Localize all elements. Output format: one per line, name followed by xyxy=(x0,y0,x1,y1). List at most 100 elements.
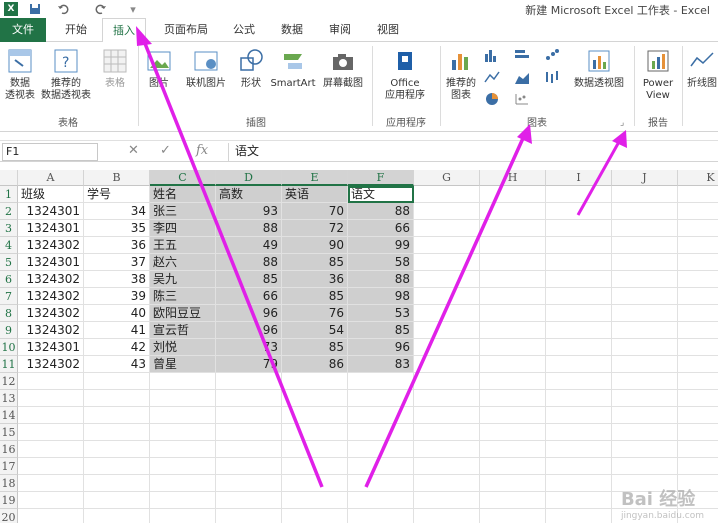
cell-h19[interactable] xyxy=(480,492,546,509)
cell-d4[interactable]: 49 xyxy=(216,237,282,254)
cell-j4[interactable] xyxy=(612,237,678,254)
row-header-17[interactable]: 17 xyxy=(0,458,18,475)
cell-g6[interactable] xyxy=(414,271,480,288)
row-header-8[interactable]: 8 xyxy=(0,305,18,322)
cell-b16[interactable] xyxy=(84,441,150,458)
cell-e1[interactable]: 英语 xyxy=(282,186,348,203)
tab-file[interactable]: 文件 xyxy=(0,18,46,42)
column-header-e[interactable]: E xyxy=(282,170,348,186)
cell-f3[interactable]: 66 xyxy=(348,220,414,237)
column-header-i[interactable]: I xyxy=(546,170,612,186)
row-header-1[interactable]: 1 xyxy=(0,186,18,203)
cell-b7[interactable]: 39 xyxy=(84,288,150,305)
cell-i4[interactable] xyxy=(546,237,612,254)
cell-e8[interactable]: 76 xyxy=(282,305,348,322)
cell-i14[interactable] xyxy=(546,407,612,424)
cell-j1[interactable] xyxy=(612,186,678,203)
cell-d6[interactable]: 85 xyxy=(216,271,282,288)
column-header-k[interactable]: K xyxy=(678,170,718,186)
undo-icon[interactable] xyxy=(56,2,70,16)
cell-a2[interactable]: 1324301 xyxy=(18,203,84,220)
cell-k6[interactable] xyxy=(678,271,718,288)
tab-page-layout[interactable]: 页面布局 xyxy=(154,18,218,42)
cell-b3[interactable]: 35 xyxy=(84,220,150,237)
cell-h9[interactable] xyxy=(480,322,546,339)
cell-k15[interactable] xyxy=(678,424,718,441)
cell-h3[interactable] xyxy=(480,220,546,237)
cell-f12[interactable] xyxy=(348,373,414,390)
cell-g9[interactable] xyxy=(414,322,480,339)
cell-j16[interactable] xyxy=(612,441,678,458)
cell-a10[interactable]: 1324301 xyxy=(18,339,84,356)
cell-j15[interactable] xyxy=(612,424,678,441)
cell-d11[interactable]: 79 xyxy=(216,356,282,373)
cell-g4[interactable] xyxy=(414,237,480,254)
cell-e7[interactable]: 85 xyxy=(282,288,348,305)
cell-i5[interactable] xyxy=(546,254,612,271)
cell-e5[interactable]: 85 xyxy=(282,254,348,271)
row-header-19[interactable]: 19 xyxy=(0,492,18,509)
column-header-g[interactable]: G xyxy=(414,170,480,186)
cell-c16[interactable] xyxy=(150,441,216,458)
cell-b11[interactable]: 43 xyxy=(84,356,150,373)
cell-d20[interactable] xyxy=(216,509,282,523)
cell-b8[interactable]: 40 xyxy=(84,305,150,322)
row-header-10[interactable]: 10 xyxy=(0,339,18,356)
cell-g14[interactable] xyxy=(414,407,480,424)
row-header-20[interactable]: 20 xyxy=(0,509,18,523)
select-all-corner[interactable] xyxy=(0,170,18,186)
cell-e20[interactable] xyxy=(282,509,348,523)
cell-e12[interactable] xyxy=(282,373,348,390)
cell-f17[interactable] xyxy=(348,458,414,475)
cell-d10[interactable]: 73 xyxy=(216,339,282,356)
cell-i13[interactable] xyxy=(546,390,612,407)
cell-i2[interactable] xyxy=(546,203,612,220)
cell-c19[interactable] xyxy=(150,492,216,509)
cell-g12[interactable] xyxy=(414,373,480,390)
cell-h14[interactable] xyxy=(480,407,546,424)
cell-f8[interactable]: 53 xyxy=(348,305,414,322)
cell-i11[interactable] xyxy=(546,356,612,373)
cell-k3[interactable] xyxy=(678,220,718,237)
cell-k2[interactable] xyxy=(678,203,718,220)
cell-g13[interactable] xyxy=(414,390,480,407)
cell-c4[interactable]: 王五 xyxy=(150,237,216,254)
cell-k9[interactable] xyxy=(678,322,718,339)
column-header-h[interactable]: H xyxy=(480,170,546,186)
cell-i3[interactable] xyxy=(546,220,612,237)
cell-e3[interactable]: 72 xyxy=(282,220,348,237)
cell-a4[interactable]: 1324302 xyxy=(18,237,84,254)
cell-a8[interactable]: 1324302 xyxy=(18,305,84,322)
cell-f2[interactable]: 88 xyxy=(348,203,414,220)
cell-j2[interactable] xyxy=(612,203,678,220)
cell-e9[interactable]: 54 xyxy=(282,322,348,339)
cell-h2[interactable] xyxy=(480,203,546,220)
cell-f6[interactable]: 88 xyxy=(348,271,414,288)
cell-k8[interactable] xyxy=(678,305,718,322)
enter-icon[interactable]: ✓ xyxy=(160,143,171,158)
cell-i20[interactable] xyxy=(546,509,612,523)
cell-g7[interactable] xyxy=(414,288,480,305)
row-header-9[interactable]: 9 xyxy=(0,322,18,339)
column-header-d[interactable]: D xyxy=(216,170,282,186)
line-chart-icon[interactable] xyxy=(484,70,500,84)
cell-g5[interactable] xyxy=(414,254,480,271)
cell-j10[interactable] xyxy=(612,339,678,356)
cell-c3[interactable]: 李四 xyxy=(150,220,216,237)
cell-b19[interactable] xyxy=(84,492,150,509)
cell-c18[interactable] xyxy=(150,475,216,492)
cell-i9[interactable] xyxy=(546,322,612,339)
cell-e19[interactable] xyxy=(282,492,348,509)
cell-h13[interactable] xyxy=(480,390,546,407)
cell-h7[interactable] xyxy=(480,288,546,305)
cell-i15[interactable] xyxy=(546,424,612,441)
cell-a11[interactable]: 1324302 xyxy=(18,356,84,373)
cell-b2[interactable]: 34 xyxy=(84,203,150,220)
cell-h16[interactable] xyxy=(480,441,546,458)
cell-f10[interactable]: 96 xyxy=(348,339,414,356)
cell-k4[interactable] xyxy=(678,237,718,254)
cell-i12[interactable] xyxy=(546,373,612,390)
cell-h17[interactable] xyxy=(480,458,546,475)
column-header-b[interactable]: B xyxy=(84,170,150,186)
cell-f20[interactable] xyxy=(348,509,414,523)
